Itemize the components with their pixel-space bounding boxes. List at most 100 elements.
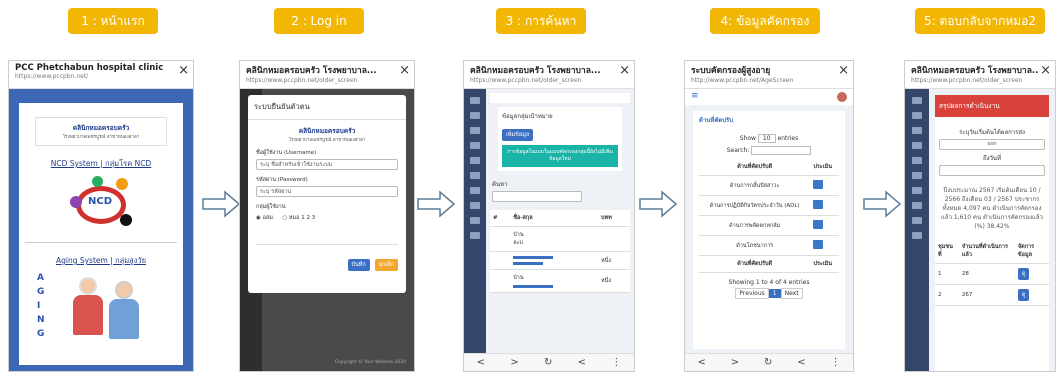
cancel-button[interactable]: ยกเลิก: [374, 259, 398, 271]
clinic-logo: คลินิกหมอครอบครัว โรงพยาบาลเพชรบูรณ์ สาข…: [256, 126, 398, 143]
table-row[interactable]: บ้าน หนึ่ง: [490, 269, 630, 293]
clinic-subtitle: โรงพยาบาลเพชรบูรณ์ สาขาหนองสาลา: [62, 135, 140, 140]
share-icon[interactable]: <: [797, 357, 805, 368]
summary-text: ปีงบประมาณ 2567 เริ่มต้นเดือน 10 / 2566 …: [941, 187, 1043, 230]
username-input[interactable]: ระบุ ชื่อสำหรับเข้าใช้งานระบบ: [256, 159, 398, 170]
password-label: รหัสผ่าน (Password): [256, 177, 308, 183]
view-button[interactable]: ดู: [1017, 268, 1030, 280]
target-card: ข้อมูลกลุ่มเป้าหมาย เพิ่มข้อมูล การข้อมู…: [498, 107, 622, 171]
start-date-select[interactable]: ssn: [939, 139, 1045, 150]
sidebar: [464, 89, 486, 353]
step-label-5: 5: ตอบกลับจากหมอ2: [915, 8, 1045, 34]
back-icon[interactable]: <: [697, 357, 705, 368]
browser-nav: < > ↻ < ⋮: [464, 353, 634, 371]
edit-icon[interactable]: [813, 180, 824, 189]
arrow-right-icon: [863, 190, 902, 218]
prev-button[interactable]: Previous: [735, 288, 769, 299]
url-text: https://www.pccpbn.net/older_screen: [470, 77, 582, 84]
table-row[interactable]: ด้านการพลัดตกหกล้ม: [699, 215, 839, 236]
edit-icon[interactable]: [813, 200, 824, 209]
username-label: ชื่อผู้ใช้งาน (Username): [256, 150, 317, 156]
summary-header: สรุปผลการดำเนินงาน: [935, 95, 1049, 117]
close-icon[interactable]: ×: [1040, 64, 1051, 77]
browser-bar: คลินิกหมอครอบครัว โรงพยาบาล... https://w…: [905, 61, 1055, 89]
edit-icon[interactable]: [813, 240, 824, 249]
screen-home: PCC Phetchabun hospital clinic https://w…: [8, 60, 194, 372]
arrow-right-icon: [639, 190, 678, 218]
page-1-button[interactable]: 1: [768, 289, 781, 298]
next-button[interactable]: Next: [780, 288, 803, 299]
modal-title: ระบบยืนยันตัวตน: [248, 95, 406, 120]
add-data-button[interactable]: เพิ่มข้อมูล: [502, 129, 534, 141]
footer-text: Copyright © Your Website 2020: [334, 360, 406, 365]
close-icon[interactable]: ×: [838, 64, 849, 77]
table-row[interactable]: ด้านโภชนาการ: [699, 235, 839, 256]
content-card: คลินิกหมอครอบครัว โรงพยาบาลเพชรบูรณ์ สาข…: [19, 103, 183, 365]
main-panel: ข้อมูลกลุ่มเป้าหมาย เพิ่มข้อมูล การข้อมู…: [490, 93, 630, 349]
card-title: ข้อมูลกลุ่มเป้าหมาย: [502, 113, 553, 120]
url-text: https://www.pccpbn.net/: [15, 73, 89, 80]
radio-doctor[interactable]: ○ หมอ 1 2 3: [282, 215, 315, 221]
step-label-3: 3 : การค้นหา: [496, 8, 586, 34]
url-text: https://www.pccpbn.net/older_screen: [911, 77, 1023, 84]
arrow-right-icon: [417, 190, 456, 218]
sidebar: [905, 89, 929, 371]
table-row[interactable]: ด้านการกลั้นปัสสาวะ: [699, 175, 839, 196]
screen-screening: ระบบคัดกรองผู้สูงอายุ http://www.pccpbn.…: [684, 60, 854, 372]
browser-bar: คลินิกหมอครอบครัว โรงพยาบาล... https://w…: [240, 61, 414, 89]
screen-doctor-reply: คลินิกหมอครอบครัว โรงพยาบาล... https://w…: [904, 60, 1056, 372]
arrow-right-icon: [202, 190, 241, 218]
aging-logo: A G I N G: [29, 271, 173, 361]
step-label-4: 4: ข้อมูลคัดกรอง: [710, 8, 820, 34]
share-icon[interactable]: <: [578, 357, 586, 368]
more-icon[interactable]: ⋮: [831, 357, 841, 368]
password-input[interactable]: ระบุ รหัสผ่าน: [256, 186, 398, 197]
table-row[interactable]: หนึ่ง: [490, 251, 630, 270]
end-date-select[interactable]: [939, 165, 1045, 176]
close-icon[interactable]: ×: [399, 64, 410, 77]
browser-nav: < > ↻ < ⋮: [685, 353, 853, 371]
page-title: คลินิกหมอครอบครัว โรงพยาบาล...: [246, 66, 377, 76]
page-title: คลินิกหมอครอบครัว โรงพยาบาล...: [911, 66, 1039, 76]
pagination: Previous 1 Next: [699, 288, 839, 299]
close-icon[interactable]: ×: [619, 64, 630, 77]
back-icon[interactable]: <: [477, 357, 485, 368]
screen-login: คลินิกหมอครอบครัว โรงพยาบาล... https://w…: [239, 60, 415, 372]
login-modal: ระบบยืนยันตัวตน คลินิกหมอครอบครัว โรงพยา…: [248, 95, 406, 293]
table-row[interactable]: ด้านการปฏิบัติกิจวัตรประจำวัน (ADL): [699, 195, 839, 216]
forward-icon[interactable]: >: [731, 357, 739, 368]
step-label-1: 1 : หน้าแรก: [68, 8, 158, 34]
page-title: คลินิกหมอครอบครัว โรงพยาบาล...: [470, 66, 601, 76]
forward-icon[interactable]: >: [510, 357, 518, 368]
page-title: ระบบคัดกรองผู้สูงอายุ: [691, 66, 771, 76]
avatar[interactable]: [837, 92, 847, 102]
reload-icon[interactable]: ↻: [544, 357, 552, 368]
browser-bar: ระบบคัดกรองผู้สูงอายุ http://www.pccpbn.…: [685, 61, 853, 89]
view-button[interactable]: ดู: [1017, 289, 1030, 301]
page-title: PCC Phetchabun hospital clinic: [15, 63, 164, 73]
radio-volunteer[interactable]: ◉ อสม.: [256, 215, 275, 221]
clinic-title: คลินิกหมอครอบครัว: [298, 127, 356, 135]
search-input[interactable]: [492, 191, 582, 202]
clinic-subtitle: โรงพยาบาลเพชรบูรณ์ สาขาหนองสาลา: [288, 138, 366, 143]
ncd-system-link[interactable]: NCD System | กลุ่มโรค NCD: [19, 158, 183, 170]
url-text: https://www.pccpbn.net/older_screen: [246, 77, 358, 84]
aging-system-link[interactable]: Aging System | กลุ่มสูงวัย: [19, 255, 183, 267]
summary-card: สรุปผลการดำเนินงาน ระบุวันเริ่มต้นได้ผลก…: [935, 95, 1049, 371]
entries-select[interactable]: 10: [757, 134, 776, 143]
user-group-label: กลุ่มผู้ใช้งาน: [256, 204, 286, 210]
table-row[interactable]: บ้าน ละบ: [490, 226, 630, 252]
reload-icon[interactable]: ↻: [764, 357, 772, 368]
search-input[interactable]: [751, 146, 812, 155]
edit-icon[interactable]: [813, 220, 824, 229]
card-title: ด้านที่คัดปรับ: [699, 117, 734, 124]
table-row: 1 28 ดู: [935, 263, 1049, 285]
summary-table: ชุมชนที่ จำนวนที่ดำเนินการแล้ว จัดการข้อมู…: [935, 239, 1049, 306]
submit-button[interactable]: บันทึก: [347, 259, 370, 271]
more-icon[interactable]: ⋮: [611, 357, 621, 368]
menu-icon[interactable]: ≡: [691, 91, 699, 101]
info-box: การข้อมูลในแบบในแบบคัดกรองกลุ่มนี้ยังไม่…: [502, 145, 618, 167]
search-label: ค้นหา: [492, 181, 508, 188]
close-icon[interactable]: ×: [178, 64, 189, 77]
screening-table: ด้านที่คัดปรับดี ประเมิน ด้านการกลั้นปัสส…: [699, 159, 839, 273]
